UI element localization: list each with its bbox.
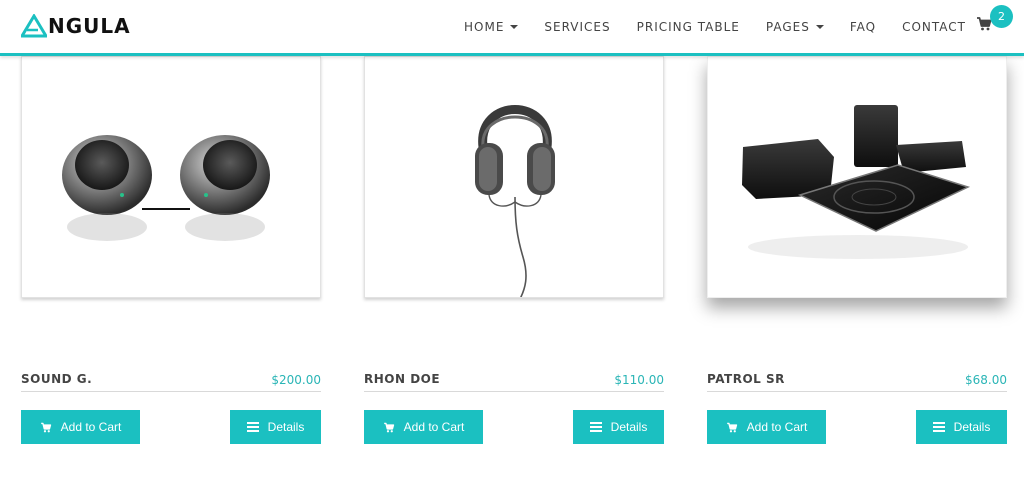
nav-item-home[interactable]: HOME — [464, 19, 519, 34]
product-name[interactable]: PATROL SR — [707, 372, 785, 386]
main-nav: HOME SERVICES PRICING TABLE PAGES FAQ CO… — [464, 0, 966, 53]
details-label: Details — [953, 420, 991, 434]
nav-item-pages-label: PAGES — [765, 19, 810, 34]
details-button[interactable]: Details — [230, 410, 321, 444]
list-icon — [589, 422, 602, 432]
list-icon — [932, 422, 945, 432]
shopping-cart-icon — [383, 422, 394, 432]
nav-item-pricing-table[interactable]: PRICING TABLE — [637, 20, 740, 34]
nav-item-contact[interactable]: CONTACT — [902, 20, 966, 34]
add-to-cart-label: Add to Cart — [746, 420, 808, 434]
brand-name: NGULA — [48, 14, 131, 38]
product-image-headphones[interactable] — [364, 56, 664, 298]
add-to-cart-button[interactable]: Add to Cart — [707, 410, 826, 444]
nav-item-contact-label: CONTACT — [902, 19, 966, 34]
add-to-cart-label: Add to Cart — [60, 420, 122, 434]
divider — [364, 391, 664, 392]
nav-item-services[interactable]: SERVICES — [544, 20, 610, 34]
nav-item-faq[interactable]: FAQ — [850, 20, 876, 34]
product-name[interactable]: RHON DOE — [364, 372, 440, 386]
add-to-cart-button[interactable]: Add to Cart — [21, 410, 140, 444]
caret-down-icon — [510, 24, 519, 29]
site-logo[interactable]: NGULA — [21, 13, 131, 39]
details-label: Details — [610, 420, 648, 434]
details-label: Details — [267, 420, 305, 434]
shopping-cart-icon — [40, 422, 51, 432]
add-to-cart-button[interactable]: Add to Cart — [364, 410, 483, 444]
product-name[interactable]: SOUND G. — [21, 372, 92, 386]
details-button[interactable]: Details — [916, 410, 1007, 444]
product-price: $110.00 — [614, 373, 664, 387]
product-price: $200.00 — [271, 373, 321, 387]
product-image-speakers[interactable] — [21, 56, 321, 298]
product-price: $68.00 — [965, 373, 1007, 387]
divider — [21, 391, 321, 392]
logo-triangle-icon — [21, 14, 47, 38]
shopping-cart-icon — [726, 422, 737, 432]
nav-item-pages[interactable]: PAGES — [766, 20, 824, 34]
nav-item-pricing-label: PRICING TABLE — [636, 19, 740, 34]
caret-down-icon — [815, 24, 824, 29]
nav-item-services-label: SERVICES — [544, 19, 611, 34]
site-header: NGULA HOME SERVICES PRICING TABLE PAGES … — [0, 0, 1024, 56]
list-icon — [246, 422, 259, 432]
nav-item-home-label: HOME — [464, 19, 505, 34]
add-to-cart-label: Add to Cart — [403, 420, 465, 434]
nav-item-faq-label: FAQ — [849, 19, 877, 34]
cart-count-badge: 2 — [990, 5, 1013, 28]
divider — [707, 391, 1007, 392]
details-button[interactable]: Details — [573, 410, 664, 444]
product-image-home-theater[interactable] — [707, 56, 1007, 298]
